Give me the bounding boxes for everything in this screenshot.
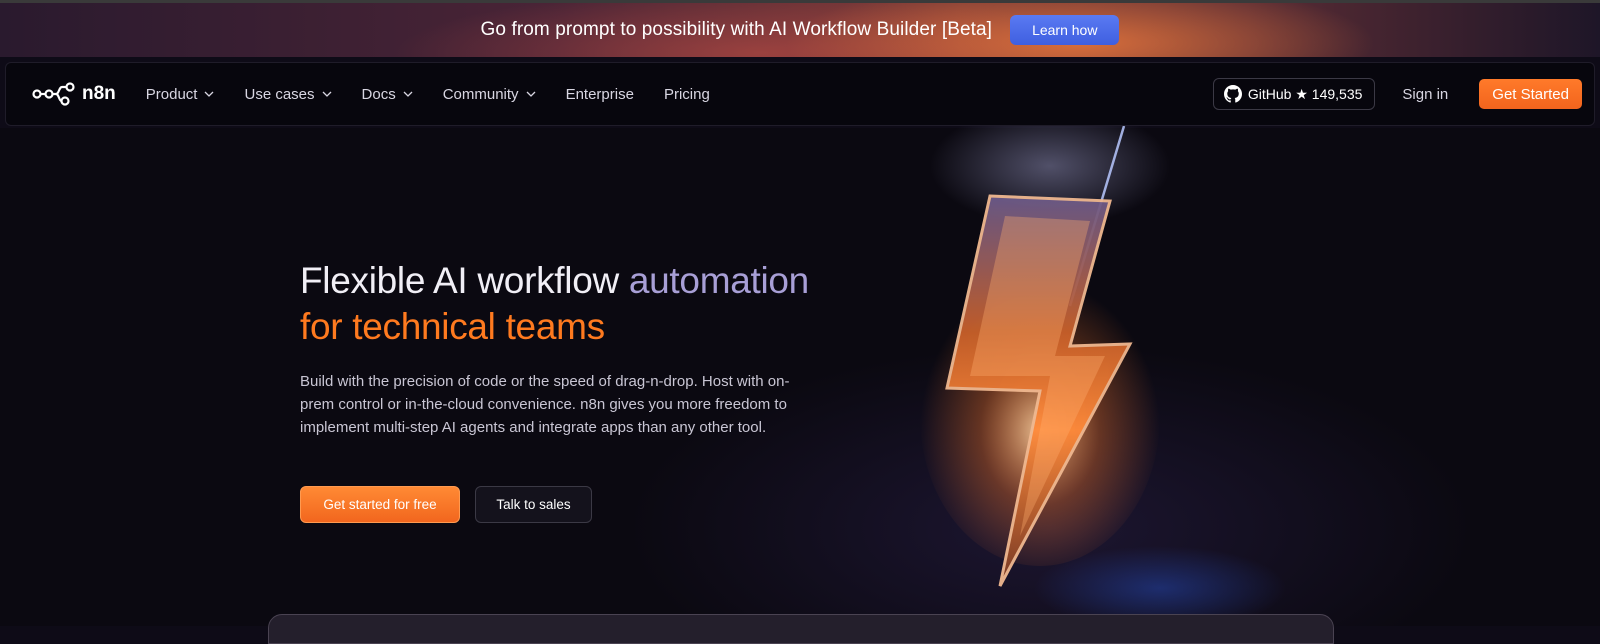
hero-headline: Flexible AI workflow automation for techn… (300, 258, 809, 350)
get-started-button[interactable]: Get Started (1479, 79, 1582, 109)
nav-item-community[interactable]: Community (443, 86, 536, 103)
banner-text: Go from prompt to possibility with AI Wo… (480, 19, 993, 40)
announcement-banner: Go from prompt to possibility with AI Wo… (0, 0, 1600, 57)
hero-background (0, 128, 1600, 626)
nav-item-label: Enterprise (565, 85, 634, 103)
preview-panel-edge (268, 614, 1334, 644)
headline-part-2: automation (628, 260, 809, 301)
github-stars-label: GitHub ★ 149,535 (1247, 85, 1363, 102)
chevron-down-icon (526, 91, 536, 97)
nav-links: Product Use cases Docs Community Enterpr… (146, 86, 740, 103)
nav-actions: GitHub ★ 149,535 Sign in Get Started (1212, 78, 1582, 110)
get-started-free-button[interactable]: Get started for free (300, 486, 460, 523)
logo-text: n8n (82, 83, 116, 104)
learn-how-button[interactable]: Learn how (1010, 15, 1120, 45)
top-navigation: n8n Product Use cases Docs Community Ent… (5, 62, 1595, 126)
nav-item-enterprise[interactable]: Enterprise (566, 86, 634, 103)
nav-item-docs[interactable]: Docs (362, 86, 413, 103)
lightning-bolt-icon (920, 126, 1170, 587)
chevron-down-icon (403, 91, 413, 97)
nav-item-label: Use cases (244, 85, 315, 103)
chevron-down-icon (322, 91, 331, 97)
github-stars-button[interactable]: GitHub ★ 149,535 (1212, 78, 1376, 110)
nav-item-label: Product (145, 85, 198, 103)
chevron-down-icon (205, 91, 214, 97)
talk-to-sales-button[interactable]: Talk to sales (475, 486, 592, 523)
nav-item-pricing[interactable]: Pricing (664, 86, 710, 103)
logo[interactable]: n8n (32, 81, 116, 107)
headline-part-3: for technical teams (300, 306, 605, 347)
github-icon (1223, 85, 1242, 103)
nav-item-product[interactable]: Product (146, 86, 215, 103)
sign-in-link[interactable]: Sign in (1402, 86, 1448, 103)
n8n-logo-icon (32, 82, 75, 106)
nav-item-use-cases[interactable]: Use cases (244, 86, 331, 103)
hero-description: Build with the precision of code or the … (300, 373, 790, 436)
headline-part-1: Flexible AI workflow (300, 260, 629, 301)
nav-item-label: Docs (361, 85, 396, 103)
nav-item-label: Pricing (663, 85, 710, 103)
nav-item-label: Community (442, 85, 519, 103)
